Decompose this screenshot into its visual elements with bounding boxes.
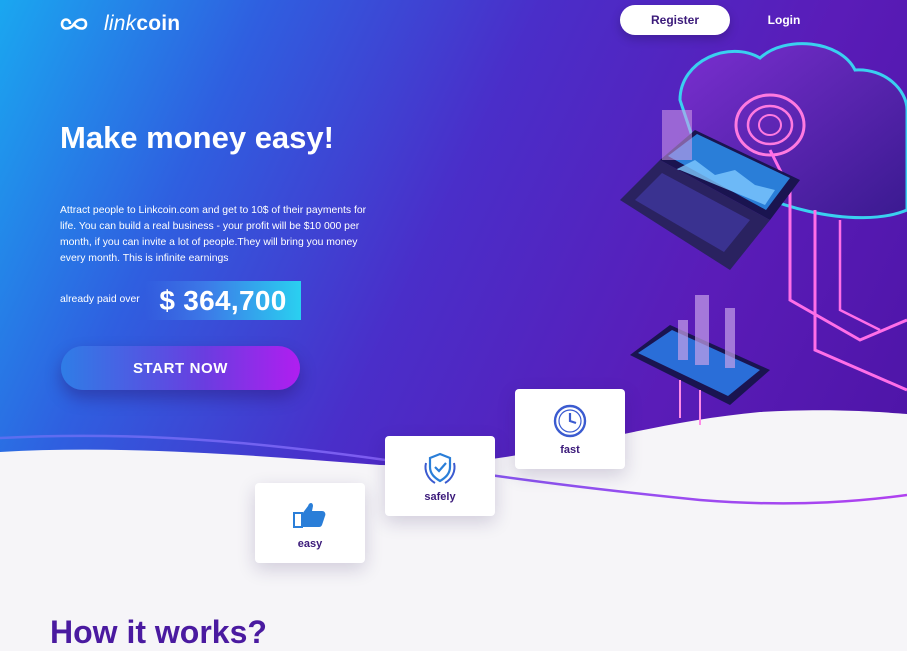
- feature-card-safely[interactable]: safely: [385, 436, 495, 516]
- feature-label-fast: fast: [560, 444, 580, 456]
- infinity-link-icon: [60, 18, 88, 30]
- paid-label: already paid over: [60, 294, 140, 305]
- thumbs-up-icon: [293, 503, 326, 528]
- shield-laurel-icon: [424, 452, 456, 484]
- register-button[interactable]: Register: [620, 5, 730, 35]
- paid-amount-box: $ 364,700: [145, 281, 301, 320]
- hero-headline: Make money easy!: [60, 120, 334, 155]
- logo-text-bold: coin: [136, 12, 181, 35]
- clock-icon: [553, 404, 587, 438]
- start-now-button[interactable]: START NOW: [61, 346, 300, 390]
- logo[interactable]: linkcoin: [60, 12, 180, 36]
- feature-card-easy[interactable]: easy: [255, 483, 365, 563]
- paid-amount: $ 364,700: [159, 284, 287, 316]
- feature-label-safely: safely: [424, 491, 456, 503]
- feature-card-fast[interactable]: fast: [515, 389, 625, 469]
- cloud-laptop-illustration: [620, 42, 907, 425]
- how-it-works-title: How it works?: [50, 614, 267, 650]
- logo-text: linkcoin: [104, 12, 180, 36]
- login-link[interactable]: Login: [756, 5, 812, 35]
- hero-description: Attract people to Linkcoin.com and get t…: [60, 205, 367, 264]
- logo-text-light: link: [104, 12, 137, 35]
- feature-label-easy: easy: [297, 538, 323, 550]
